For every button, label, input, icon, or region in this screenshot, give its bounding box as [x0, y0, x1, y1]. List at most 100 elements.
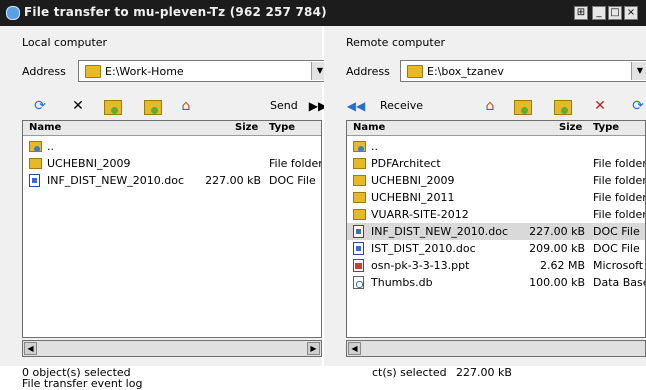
receive-button[interactable]: Receive — [380, 99, 423, 112]
file-type: File folder — [593, 174, 646, 187]
chevron-down-icon[interactable]: ▼ — [631, 62, 646, 80]
column-size[interactable]: Size — [235, 121, 258, 135]
file-row[interactable]: osn-pk-3-3-13.ppt 2.62 MB Microsoft Po — [347, 257, 645, 274]
scroll-left-icon[interactable]: ◀ — [348, 342, 361, 355]
file-name: UCHEBNI_2009 — [47, 157, 131, 170]
remote-list-header: Name Size Type — [347, 121, 645, 136]
file-row[interactable]: VUARR-SITE-2012 File folder — [347, 206, 645, 223]
app-icon — [6, 6, 20, 20]
file-row[interactable]: .. — [23, 138, 321, 155]
doc-file-icon — [29, 174, 40, 187]
remote-status-size: 227.00 kB — [456, 366, 512, 379]
file-row[interactable]: UCHEBNI_2011 File folder — [347, 189, 645, 206]
file-name: osn-pk-3-3-13.ppt — [371, 259, 470, 272]
local-address-field[interactable]: E:\Work-Home ▼ — [78, 60, 330, 82]
file-type: File folder — [593, 157, 646, 170]
folder-icon — [353, 158, 366, 169]
file-type: Data Base F — [593, 276, 645, 289]
refresh-icon[interactable]: ⟳ — [628, 96, 646, 116]
parent-folder-icon — [353, 141, 366, 152]
file-size: 2.62 MB — [539, 259, 585, 272]
local-file-list[interactable]: Name Size Type .. UCHEBNI_2009 File folder… — [22, 120, 322, 338]
local-pane: Local computer Address E:\Work-Home ▼ ⟳ … — [0, 26, 330, 379]
new-folder-icon[interactable] — [104, 100, 122, 115]
file-row[interactable]: INF_DIST_NEW_2010.doc 227.00 kB DOC File — [23, 172, 321, 189]
home-icon[interactable]: ⌂ — [176, 96, 196, 116]
file-type: DOC File — [593, 242, 640, 255]
file-size: 227.00 kB — [529, 225, 585, 238]
column-type[interactable]: Type — [269, 121, 295, 135]
window-title: File transfer to mu-pleven-Tz (962 257 7… — [24, 5, 327, 19]
file-name: .. — [47, 140, 54, 153]
file-name: UCHEBNI_2009 — [371, 174, 455, 187]
remote-horizontal-scrollbar[interactable]: ◀ — [346, 340, 646, 357]
folder-icon — [85, 65, 101, 78]
file-name: IST_DIST_2010.doc — [371, 242, 476, 255]
minimize-button[interactable]: _ — [592, 6, 606, 20]
column-type[interactable]: Type — [593, 121, 619, 135]
scroll-left-icon[interactable]: ◀ — [24, 342, 37, 355]
file-row[interactable]: INF_DIST_NEW_2010.doc 227.00 kB DOC File — [347, 223, 645, 240]
file-row[interactable]: IST_DIST_2010.doc 209.00 kB DOC File — [347, 240, 645, 257]
folder-icon — [407, 65, 423, 78]
remote-address-field[interactable]: E:\box_tzanev ▼ — [400, 60, 646, 82]
file-name: INF_DIST_NEW_2010.doc — [47, 174, 185, 187]
file-size: 100.00 kB — [529, 276, 585, 289]
tile-icon[interactable]: ⊞ — [574, 6, 588, 20]
local-address-label: Address — [22, 65, 66, 78]
column-size[interactable]: Size — [559, 121, 582, 135]
column-name[interactable]: Name — [353, 121, 385, 135]
doc-file-icon — [353, 225, 364, 238]
folder-icon — [353, 192, 366, 203]
column-name[interactable]: Name — [29, 121, 61, 135]
folder-icon — [353, 175, 366, 186]
local-horizontal-scrollbar[interactable]: ◀ ▶ — [22, 340, 322, 357]
file-type: File folder — [593, 191, 646, 204]
file-name: INF_DIST_NEW_2010.doc — [371, 225, 509, 238]
remote-address-label: Address — [346, 65, 390, 78]
file-name: VUARR-SITE-2012 — [371, 208, 469, 221]
event-log-label: File transfer event log — [22, 377, 143, 390]
remote-computer-label: Remote computer — [346, 36, 445, 49]
close-button[interactable]: × — [624, 6, 638, 20]
local-list-header: Name Size Type — [23, 121, 321, 136]
remote-status-text: ct(s) selected — [372, 366, 447, 379]
home-icon[interactable]: ⌂ — [480, 96, 500, 116]
new-folder-icon[interactable] — [554, 100, 572, 115]
send-button[interactable]: Send — [270, 99, 298, 112]
file-name: .. — [371, 140, 378, 153]
file-type: File folder — [593, 208, 646, 221]
file-type: DOC File — [269, 174, 316, 187]
folder-up-icon[interactable] — [514, 100, 532, 115]
remote-pane: Remote computer Address E:\box_tzanev ▼ … — [324, 26, 646, 379]
file-row[interactable]: UCHEBNI_2009 File folder — [23, 155, 321, 172]
file-size: 209.00 kB — [529, 242, 585, 255]
remote-file-list[interactable]: Name Size Type .. PDFArchitect File folder… — [346, 120, 646, 338]
local-address-value: E:\Work-Home — [105, 65, 184, 78]
ppt-file-icon — [353, 259, 364, 272]
local-computer-label: Local computer — [22, 36, 108, 49]
folder-icon — [29, 158, 42, 169]
scroll-right-icon[interactable]: ▶ — [307, 342, 320, 355]
delete-icon[interactable]: ✕ — [590, 96, 610, 116]
remote-toolbar: ◀◀ Receive ⌂ ✕ ⟳ — [346, 96, 646, 118]
parent-folder-icon — [29, 141, 42, 152]
delete-icon[interactable]: ✕ — [68, 96, 88, 116]
folder-up-icon[interactable] — [144, 100, 162, 115]
file-name: PDFArchitect — [371, 157, 441, 170]
receive-arrow-icon[interactable]: ◀◀ — [346, 96, 366, 116]
file-name: UCHEBNI_2011 — [371, 191, 455, 204]
remote-address-value: E:\box_tzanev — [427, 65, 504, 78]
file-size: 227.00 kB — [205, 174, 261, 187]
maximize-button[interactable]: □ — [608, 6, 622, 20]
title-bar: File transfer to mu-pleven-Tz (962 257 7… — [0, 0, 646, 26]
file-row[interactable]: .. — [347, 138, 645, 155]
refresh-icon[interactable]: ⟳ — [30, 96, 50, 116]
doc-file-icon — [353, 242, 364, 255]
file-row[interactable]: UCHEBNI_2009 File folder — [347, 172, 645, 189]
folder-icon — [353, 209, 366, 220]
file-row[interactable]: Thumbs.db 100.00 kB Data Base F — [347, 274, 645, 291]
file-type: DOC File — [593, 225, 640, 238]
file-name: Thumbs.db — [371, 276, 433, 289]
file-row[interactable]: PDFArchitect File folder — [347, 155, 645, 172]
